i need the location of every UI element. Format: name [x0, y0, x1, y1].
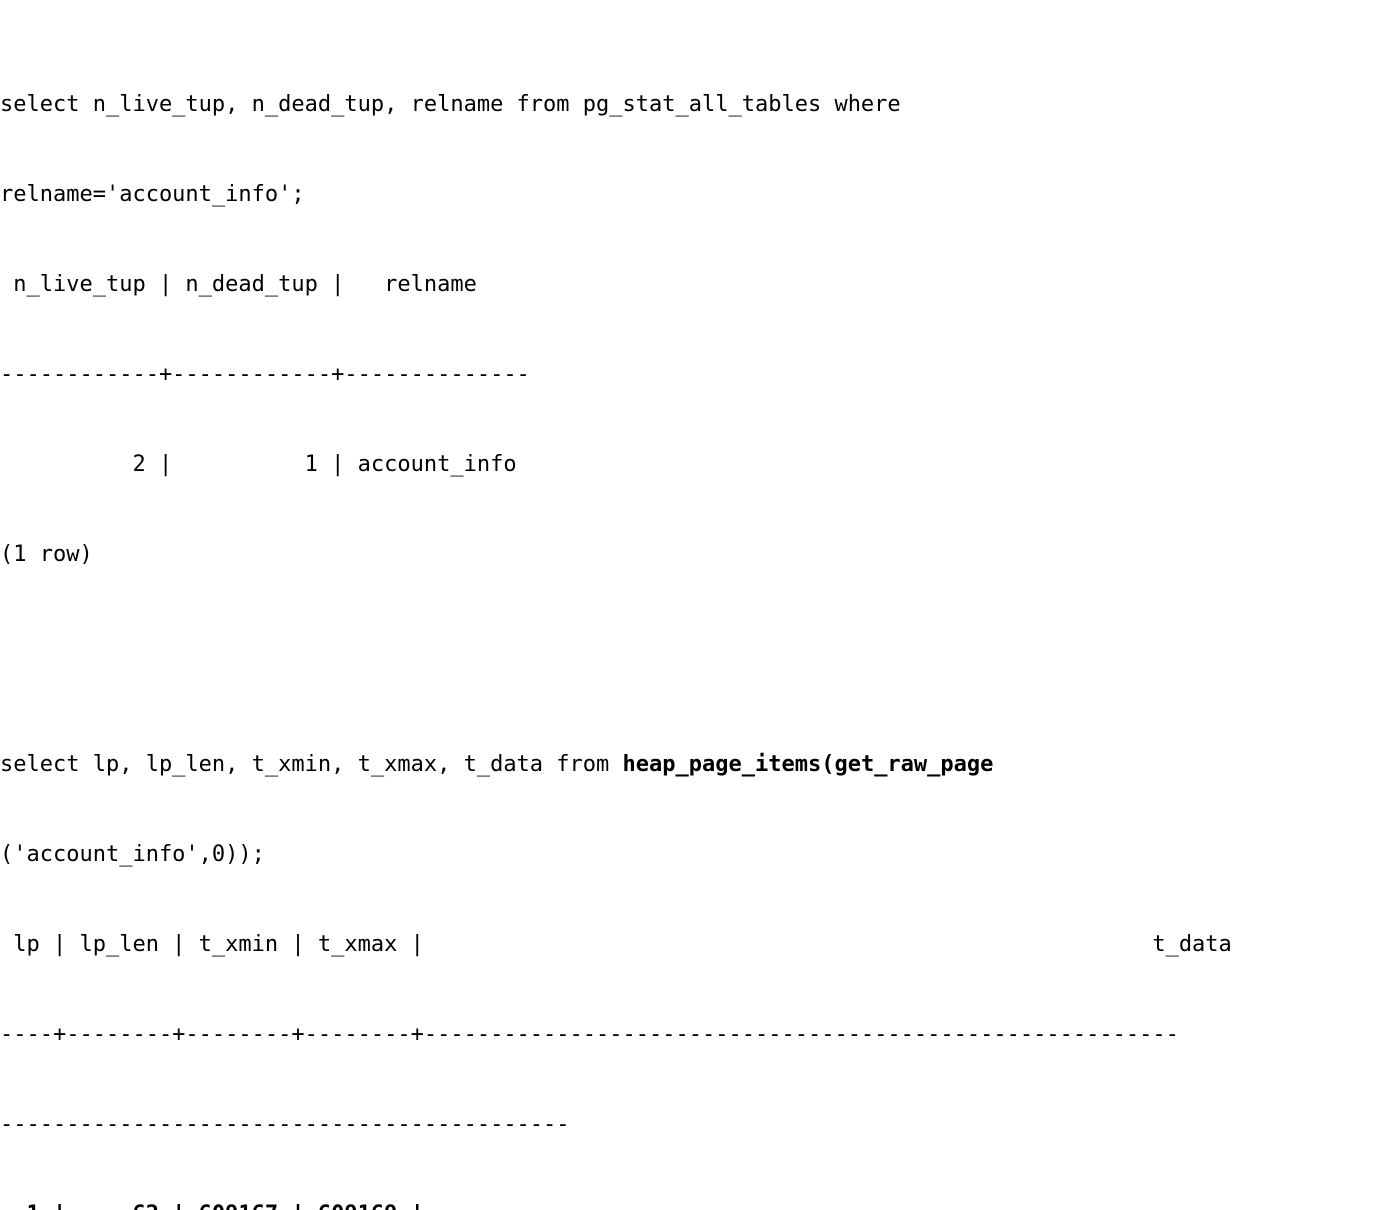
terminal-line: select n_live_tup, n_dead_tup, relname f…: [0, 90, 1378, 120]
query-2-line-2: ('account_info',0));: [0, 842, 265, 867]
terminal-output-pane[interactable]: select n_live_tup, n_dead_tup, relname f…: [0, 0, 1378, 1210]
query-1-line-2: relname='account_info';: [0, 182, 305, 207]
terminal-line: 1 | 62 | 609167 | 609169 |: [0, 1200, 1378, 1210]
result-1-row-count: (1 row): [0, 542, 93, 567]
terminal-line: lp | lp_len | t_xmin | t_xmax | t_data: [0, 930, 1378, 960]
terminal-blank-line: [0, 630, 1378, 660]
query-1-line-1: select n_live_tup, n_dead_tup, relname f…: [0, 92, 901, 117]
terminal-line: select lp, lp_len, t_xmin, t_xmax, t_dat…: [0, 750, 1378, 780]
terminal-line: (1 row): [0, 540, 1378, 570]
query-2-line-1-plain: select lp, lp_len, t_xmin, t_xmax, t_dat…: [0, 752, 623, 777]
query-2-line-1-emphasis: heap_page_items(get_raw_page: [622, 752, 994, 777]
result-2-separator-line-2: ----------------------------------------…: [0, 1112, 570, 1137]
result-1-column-header: n_live_tup | n_dead_tup | relname: [0, 272, 477, 297]
result-1-separator: ------------+------------+--------------: [0, 362, 530, 387]
result-2-column-header: lp | lp_len | t_xmin | t_xmax | t_data: [0, 932, 1232, 957]
result-2-row-1: 1 | 62 | 609167 | 609169 |: [0, 1202, 423, 1210]
terminal-line: relname='account_info';: [0, 180, 1378, 210]
result-1-row-1: 2 | 1 | account_info: [0, 452, 517, 477]
result-2-separator-line-1: ----+--------+--------+--------+--------…: [0, 1022, 1179, 1047]
terminal-line: 2 | 1 | account_info: [0, 450, 1378, 480]
terminal-line: ----+--------+--------+--------+--------…: [0, 1020, 1378, 1050]
terminal-line: ('account_info',0));: [0, 840, 1378, 870]
terminal-line: n_live_tup | n_dead_tup | relname: [0, 270, 1378, 300]
terminal-line: ----------------------------------------…: [0, 1110, 1378, 1140]
terminal-line: ------------+------------+--------------: [0, 360, 1378, 390]
